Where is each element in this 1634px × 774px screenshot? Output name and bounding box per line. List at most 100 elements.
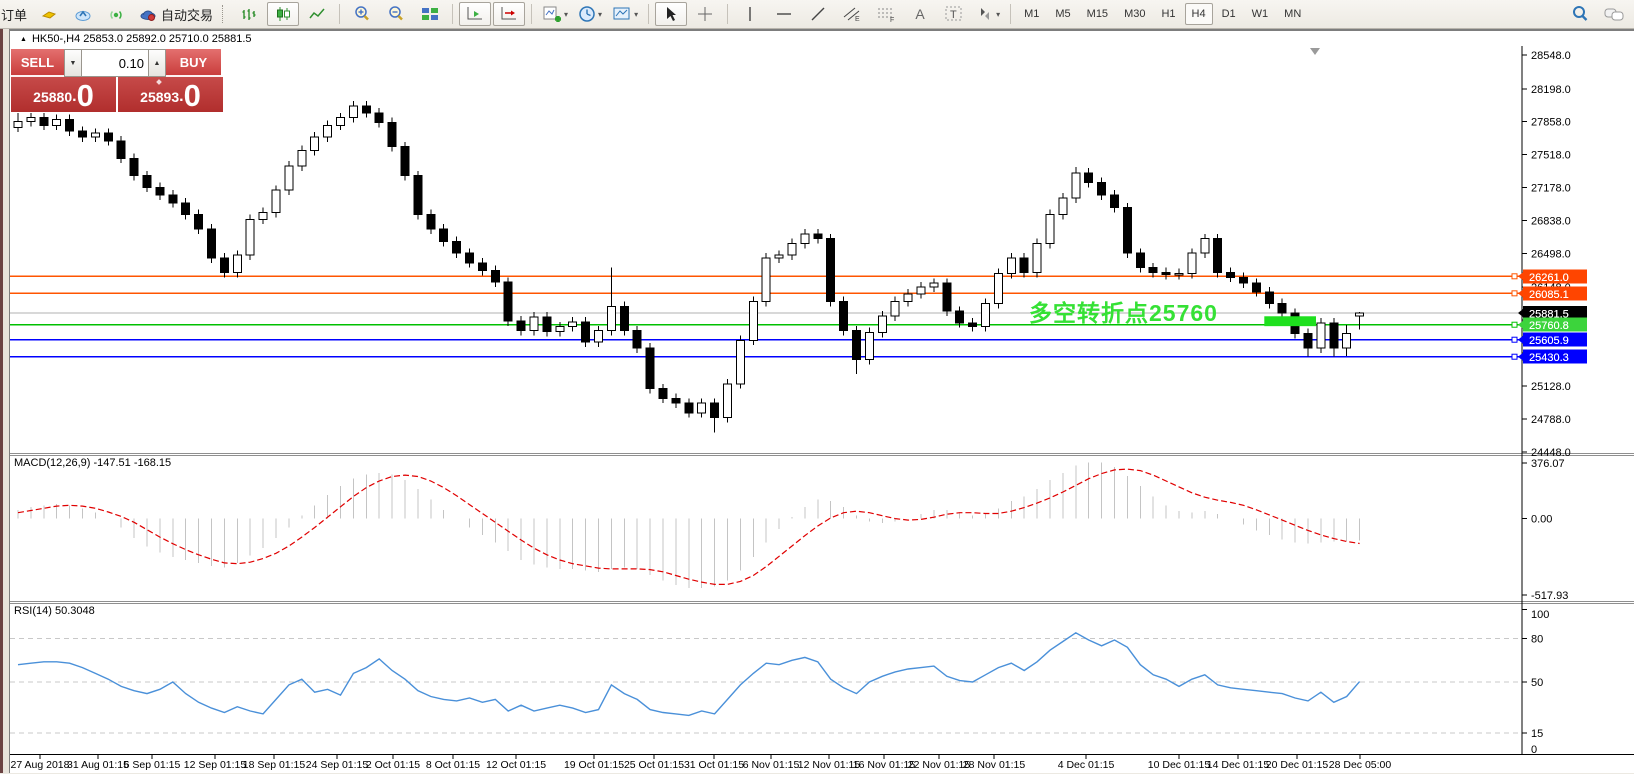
chart-window: ▲ HK50-,H4 25853.0 25892.0 25710.0 25881… bbox=[9, 29, 1634, 773]
mql5-cloud-icon[interactable] bbox=[67, 2, 99, 26]
tab-h4[interactable]: H4 bbox=[1184, 3, 1213, 25]
trendline-tool-icon[interactable] bbox=[802, 2, 834, 26]
svg-text:12 Nov 01:15: 12 Nov 01:15 bbox=[798, 759, 861, 771]
svg-text:15: 15 bbox=[1531, 728, 1543, 740]
sell-button[interactable]: SELL bbox=[11, 49, 64, 77]
chart-titlebar[interactable]: ▲ HK50-,H4 25853.0 25892.0 25710.0 25881… bbox=[10, 31, 1634, 46]
line-chart-mode-icon[interactable] bbox=[301, 2, 333, 26]
search-icon[interactable] bbox=[1564, 2, 1596, 26]
equidistant-channel-tool-icon[interactable]: E bbox=[836, 2, 868, 26]
bar-chart-mode-icon[interactable] bbox=[233, 2, 265, 26]
candlestick-mode-icon[interactable] bbox=[267, 2, 300, 26]
svg-text:28548.0: 28548.0 bbox=[1531, 50, 1571, 62]
svg-text:50: 50 bbox=[1531, 677, 1543, 689]
svg-text:100: 100 bbox=[1531, 609, 1549, 621]
volume-field-wrap bbox=[82, 49, 148, 77]
orders-toolbar-label[interactable]: 订单 bbox=[0, 5, 31, 24]
annotation-text[interactable]: 多空转折点25760 bbox=[1029, 294, 1218, 328]
buy-price-display[interactable]: 25893 . 0 bbox=[118, 77, 223, 112]
svg-text:80: 80 bbox=[1531, 634, 1543, 646]
svg-text:26498.0: 26498.0 bbox=[1531, 248, 1571, 260]
fibonacci-tool-icon[interactable]: F bbox=[870, 2, 902, 26]
svg-text:25760.8: 25760.8 bbox=[1529, 320, 1569, 332]
svg-text:25 Oct 01:15: 25 Oct 01:15 bbox=[624, 759, 684, 771]
svg-text:25881.5: 25881.5 bbox=[1529, 309, 1569, 321]
volume-input[interactable] bbox=[82, 50, 146, 76]
tile-windows-icon[interactable] bbox=[414, 2, 446, 26]
tab-m30[interactable]: M30 bbox=[1117, 3, 1152, 25]
svg-text:4 Dec 01:15: 4 Dec 01:15 bbox=[1058, 759, 1115, 771]
svg-text:24 Sep 01:15: 24 Sep 01:15 bbox=[306, 759, 369, 771]
templates-button[interactable]: ▾ bbox=[608, 2, 642, 26]
new-order-icon[interactable] bbox=[33, 2, 65, 26]
tab-m5[interactable]: M5 bbox=[1048, 3, 1077, 25]
svg-text:27518.0: 27518.0 bbox=[1531, 150, 1571, 162]
chart-shift-marker bbox=[1310, 48, 1320, 55]
macd-label: MACD(12,26,9) -147.51 -168.15 bbox=[14, 457, 172, 469]
one-click-trading-panel: SELL ▼ ▲ BUY 25880 . 0 25893 . 0 bbox=[11, 49, 223, 112]
svg-text:376.07: 376.07 bbox=[1531, 458, 1565, 470]
svg-text:28 Nov 01:15: 28 Nov 01:15 bbox=[963, 759, 1026, 771]
tab-h1[interactable]: H1 bbox=[1154, 3, 1182, 25]
svg-text:31 Aug 01:15: 31 Aug 01:15 bbox=[67, 759, 129, 771]
svg-text:6 Sep 01:15: 6 Sep 01:15 bbox=[124, 759, 181, 771]
svg-text:27 Aug 2018: 27 Aug 2018 bbox=[11, 759, 70, 771]
tab-m15[interactable]: M15 bbox=[1080, 3, 1115, 25]
auto-scroll-icon[interactable] bbox=[459, 2, 492, 26]
volume-decrease-button[interactable]: ▼ bbox=[64, 49, 82, 77]
arrows-tool-icon[interactable]: ▾ bbox=[972, 2, 1004, 26]
signals-icon[interactable] bbox=[101, 2, 133, 26]
svg-text:10 Dec 01:15: 10 Dec 01:15 bbox=[1148, 759, 1211, 771]
svg-text:26838.0: 26838.0 bbox=[1531, 215, 1571, 227]
text-tool-icon[interactable]: A bbox=[904, 2, 936, 26]
chart-shift-icon[interactable] bbox=[493, 2, 526, 26]
svg-text:28 Dec 05:00: 28 Dec 05:00 bbox=[1329, 759, 1392, 771]
svg-text:0: 0 bbox=[1531, 744, 1537, 756]
svg-text:19 Oct 01:15: 19 Oct 01:15 bbox=[564, 759, 624, 771]
volume-increase-button[interactable]: ▲ bbox=[148, 49, 166, 77]
svg-text:28198.0: 28198.0 bbox=[1531, 84, 1571, 96]
zoom-in-icon[interactable] bbox=[346, 2, 378, 26]
svg-text:24448.0: 24448.0 bbox=[1531, 447, 1571, 459]
sell-price-main: 25880 bbox=[33, 89, 73, 105]
tab-mn[interactable]: MN bbox=[1277, 3, 1308, 25]
svg-text:0.00: 0.00 bbox=[1531, 514, 1552, 526]
svg-text:26085.1: 26085.1 bbox=[1529, 289, 1569, 301]
svg-text:27178.0: 27178.0 bbox=[1531, 183, 1571, 195]
autotrading-button[interactable]: 自动交易 bbox=[135, 2, 217, 26]
svg-text:8 Oct 01:15: 8 Oct 01:15 bbox=[426, 759, 480, 771]
vertical-line-tool-icon[interactable] bbox=[734, 2, 766, 26]
text-label-tool-icon[interactable]: T bbox=[938, 2, 970, 26]
sell-price-display[interactable]: 25880 . 0 bbox=[11, 77, 116, 112]
cursor-tool-icon[interactable] bbox=[655, 2, 688, 26]
window-collapse-icon[interactable]: ▲ bbox=[20, 36, 27, 43]
tab-w1[interactable]: W1 bbox=[1245, 3, 1276, 25]
tab-m1[interactable]: M1 bbox=[1017, 3, 1046, 25]
svg-text:12 Sep 01:15: 12 Sep 01:15 bbox=[184, 759, 247, 771]
chart-workspace: ▲ HK50-,H4 25853.0 25892.0 25710.0 25881… bbox=[0, 29, 1634, 773]
svg-text:25605.9: 25605.9 bbox=[1529, 335, 1569, 347]
svg-text:25430.3: 25430.3 bbox=[1529, 352, 1569, 364]
zoom-out-icon[interactable] bbox=[380, 2, 412, 26]
rsi-label: RSI(14) 50.3048 bbox=[14, 605, 95, 617]
crosshair-tool-icon[interactable] bbox=[689, 2, 721, 26]
svg-text:18 Sep 01:15: 18 Sep 01:15 bbox=[243, 759, 306, 771]
rsi-line bbox=[17, 631, 1361, 717]
svg-text:14 Dec 01:15: 14 Dec 01:15 bbox=[1207, 759, 1270, 771]
tab-d1[interactable]: D1 bbox=[1215, 3, 1243, 25]
main-toolbar: 订单 自动交易 ▾ ▾ ▾ E F A T ▾ M1 M5 M15 M30 H1… bbox=[0, 0, 1634, 29]
svg-text:12 Oct 01:15: 12 Oct 01:15 bbox=[486, 759, 546, 771]
horizontal-line-tool-icon[interactable] bbox=[768, 2, 800, 26]
macd-histogram bbox=[17, 462, 1361, 589]
svg-text:22 Nov 01:15: 22 Nov 01:15 bbox=[908, 759, 971, 771]
chart-canvas[interactable]: 28548.0 28198.0 27858.0 27518.0 27178.0 26838… bbox=[10, 46, 1634, 774]
new-chart-button[interactable]: ▾ bbox=[538, 2, 572, 26]
highlight-rect[interactable] bbox=[1264, 316, 1316, 327]
svg-text:6 Nov 01:15: 6 Nov 01:15 bbox=[743, 759, 800, 771]
svg-text:26261.0: 26261.0 bbox=[1529, 272, 1569, 284]
chat-icon[interactable] bbox=[1598, 2, 1630, 26]
periods-button[interactable]: ▾ bbox=[574, 2, 606, 26]
sell-price-pips: 0 bbox=[76, 78, 94, 112]
buy-button[interactable]: BUY bbox=[166, 49, 221, 77]
svg-text:16 Nov 01:15: 16 Nov 01:15 bbox=[853, 759, 916, 771]
